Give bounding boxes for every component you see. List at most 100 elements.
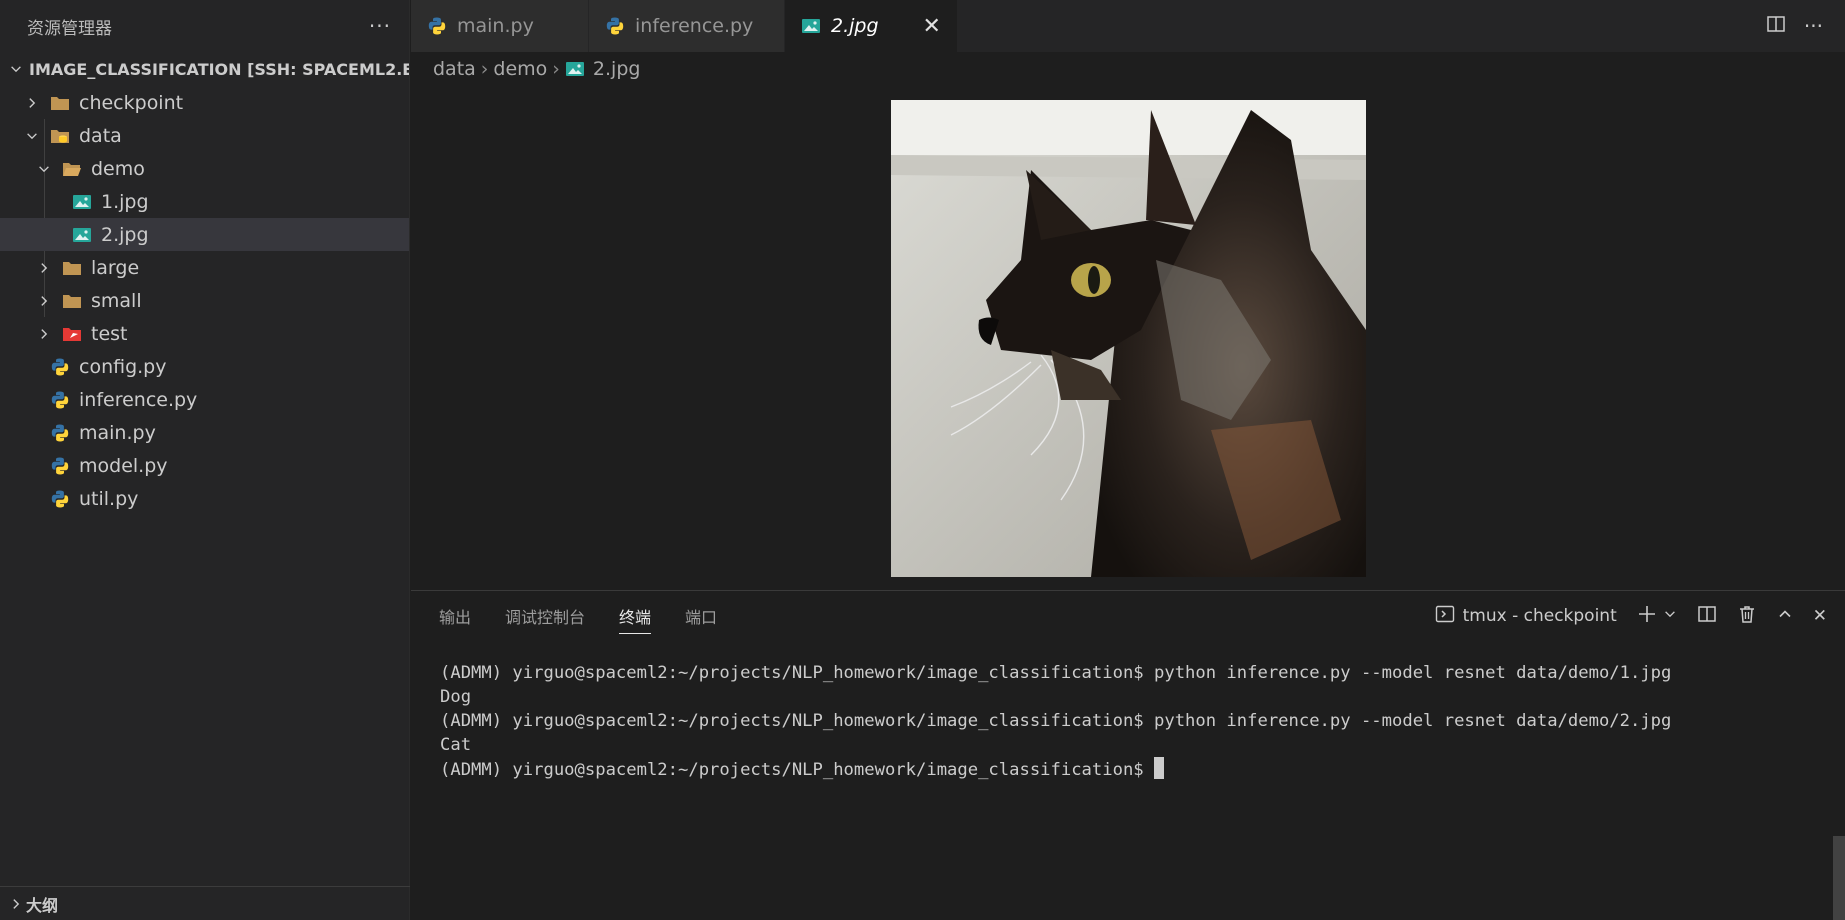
file-tree: checkpoint data demo 1.jpg 2.jpg large s… [0,86,409,515]
tab-terminal[interactable]: 终端 [619,591,652,641]
tree-item-checkpoint[interactable]: checkpoint [0,86,409,119]
folder-icon [62,291,82,311]
tree-item-config-py[interactable]: config.py [0,350,409,383]
tree-item-label: main.py [79,421,156,444]
image-file-icon [801,16,821,36]
editor-area: main.py inference.py 2.jpg ✕ ··· data › … [411,0,1845,590]
trash-icon[interactable] [1737,604,1757,629]
terminal-name: tmux - checkpoint [1462,606,1617,626]
panel-actions: tmux - checkpoint ✕ [1435,591,1827,641]
folder-open-icon [62,159,82,179]
explorer-sidebar: 资源管理器 ··· IMAGE_CLASSIFICATION [SSH: SPA… [0,0,410,920]
panel-tabs: 输出 调试控制台 终端 端口 tmux - checkpoint ✕ [411,591,1845,641]
python-file-icon [50,423,70,443]
more-actions-icon[interactable]: ··· [1804,14,1823,38]
chevron-down-icon [22,126,42,146]
python-file-icon [50,456,70,476]
terminal-selector[interactable]: tmux - checkpoint [1435,604,1617,629]
breadcrumb-item[interactable]: 2.jpg [593,58,641,80]
tree-item-util-py[interactable]: util.py [0,482,409,515]
tree-item-main-py[interactable]: main.py [0,416,409,449]
folder-icon [50,93,70,113]
image-file-icon [72,225,92,245]
terminal-line: Dog [440,687,472,707]
explorer-header: 资源管理器 ··· [0,0,409,52]
tree-item-label: large [91,256,140,279]
chevron-down-icon[interactable] [1663,606,1677,626]
tree-item-label: 2.jpg [101,223,149,246]
explorer-title: 资源管理器 [27,18,112,39]
folder-icon [62,258,82,278]
tree-item-label: util.py [79,487,139,510]
chevron-right-icon: › [480,58,489,80]
test-folder-icon [62,324,82,344]
python-file-icon [50,489,70,509]
tree-item-2-jpg[interactable]: 2.jpg [0,218,409,251]
tree-item-label: test [91,322,128,345]
tree-item-label: 1.jpg [101,190,149,213]
terminal-scrollbar[interactable] [1833,836,1845,920]
image-file-icon [565,59,585,79]
tab-main-py[interactable]: main.py [411,0,589,52]
breadcrumb-item[interactable]: demo [493,58,547,80]
tree-item-label: model.py [79,454,168,477]
terminal-icon [1435,604,1455,629]
terminal-line: (ADMM) yirguo@spaceml2:~/projects/NLP_ho… [440,711,1672,731]
cat-photo [891,100,1366,577]
tab-output[interactable]: 输出 [439,591,471,641]
python-file-icon [605,16,625,36]
split-terminal-icon[interactable] [1697,604,1717,629]
breadcrumb: data › demo › 2.jpg [411,52,1845,86]
workspace-root-label: IMAGE_CLASSIFICATION [SSH: SPACEML2.ETH.… [29,59,409,79]
bottom-panel: 输出 调试控制台 终端 端口 tmux - checkpoint ✕ (ADMM… [411,590,1845,920]
maximize-panel-icon[interactable] [1777,606,1793,627]
tree-item-inference-py[interactable]: inference.py [0,383,409,416]
tree-item-small[interactable]: small [0,284,409,317]
outline-label: 大纲 [26,895,59,915]
tree-item-test[interactable]: test [0,317,409,350]
tree-item-label: config.py [79,355,167,378]
terminal-prompt: (ADMM) yirguo@spaceml2:~/projects/NLP_ho… [440,760,1154,780]
breadcrumb-item[interactable]: data [433,58,476,80]
chevron-down-icon [6,59,26,79]
chevron-right-icon [6,894,26,914]
tree-item-1-jpg[interactable]: 1.jpg [0,185,409,218]
editor-actions: ··· [1766,0,1823,52]
tab-label: main.py [457,15,534,37]
chevron-right-icon [34,258,54,278]
tree-item-data[interactable]: data [0,119,409,152]
tree-item-large[interactable]: large [0,251,409,284]
outline-section[interactable]: 大纲 [0,886,410,920]
chevron-right-icon [22,93,42,113]
image-file-icon [72,192,92,212]
tab-inference-py[interactable]: inference.py [589,0,785,52]
tree-item-label: demo [91,157,145,180]
tree-item-demo[interactable]: demo [0,152,409,185]
tree-item-label: data [79,124,122,147]
editor-tabbar: main.py inference.py 2.jpg ✕ ··· [411,0,1845,52]
chevron-right-icon: › [552,58,560,80]
tab-2-jpg[interactable]: 2.jpg ✕ [785,0,958,52]
tab-ports[interactable]: 端口 [685,591,717,641]
chevron-down-icon [34,159,54,179]
chevron-right-icon [34,291,54,311]
tree-item-label: small [91,289,142,312]
python-file-icon [50,390,70,410]
more-actions-icon[interactable]: ··· [369,14,391,38]
tab-label: inference.py [635,15,754,37]
terminal-output[interactable]: (ADMM) yirguo@spaceml2:~/projects/NLP_ho… [411,641,1845,782]
tree-item-model-py[interactable]: model.py [0,449,409,482]
tree-item-label: checkpoint [79,91,184,114]
new-terminal-icon[interactable] [1637,604,1657,629]
terminal-cursor [1154,757,1164,779]
tree-item-label: inference.py [79,388,198,411]
database-folder-icon [50,126,70,146]
workspace-root[interactable]: IMAGE_CLASSIFICATION [SSH: SPACEML2.ETH.… [0,52,409,86]
close-panel-icon[interactable]: ✕ [1813,606,1827,626]
close-tab-icon[interactable]: ✕ [923,14,941,39]
split-editor-icon[interactable] [1766,14,1786,39]
python-file-icon [50,357,70,377]
terminal-line: (ADMM) yirguo@spaceml2:~/projects/NLP_ho… [440,663,1672,683]
tab-label: 2.jpg [831,15,879,37]
tab-debug-console[interactable]: 调试控制台 [505,591,585,641]
